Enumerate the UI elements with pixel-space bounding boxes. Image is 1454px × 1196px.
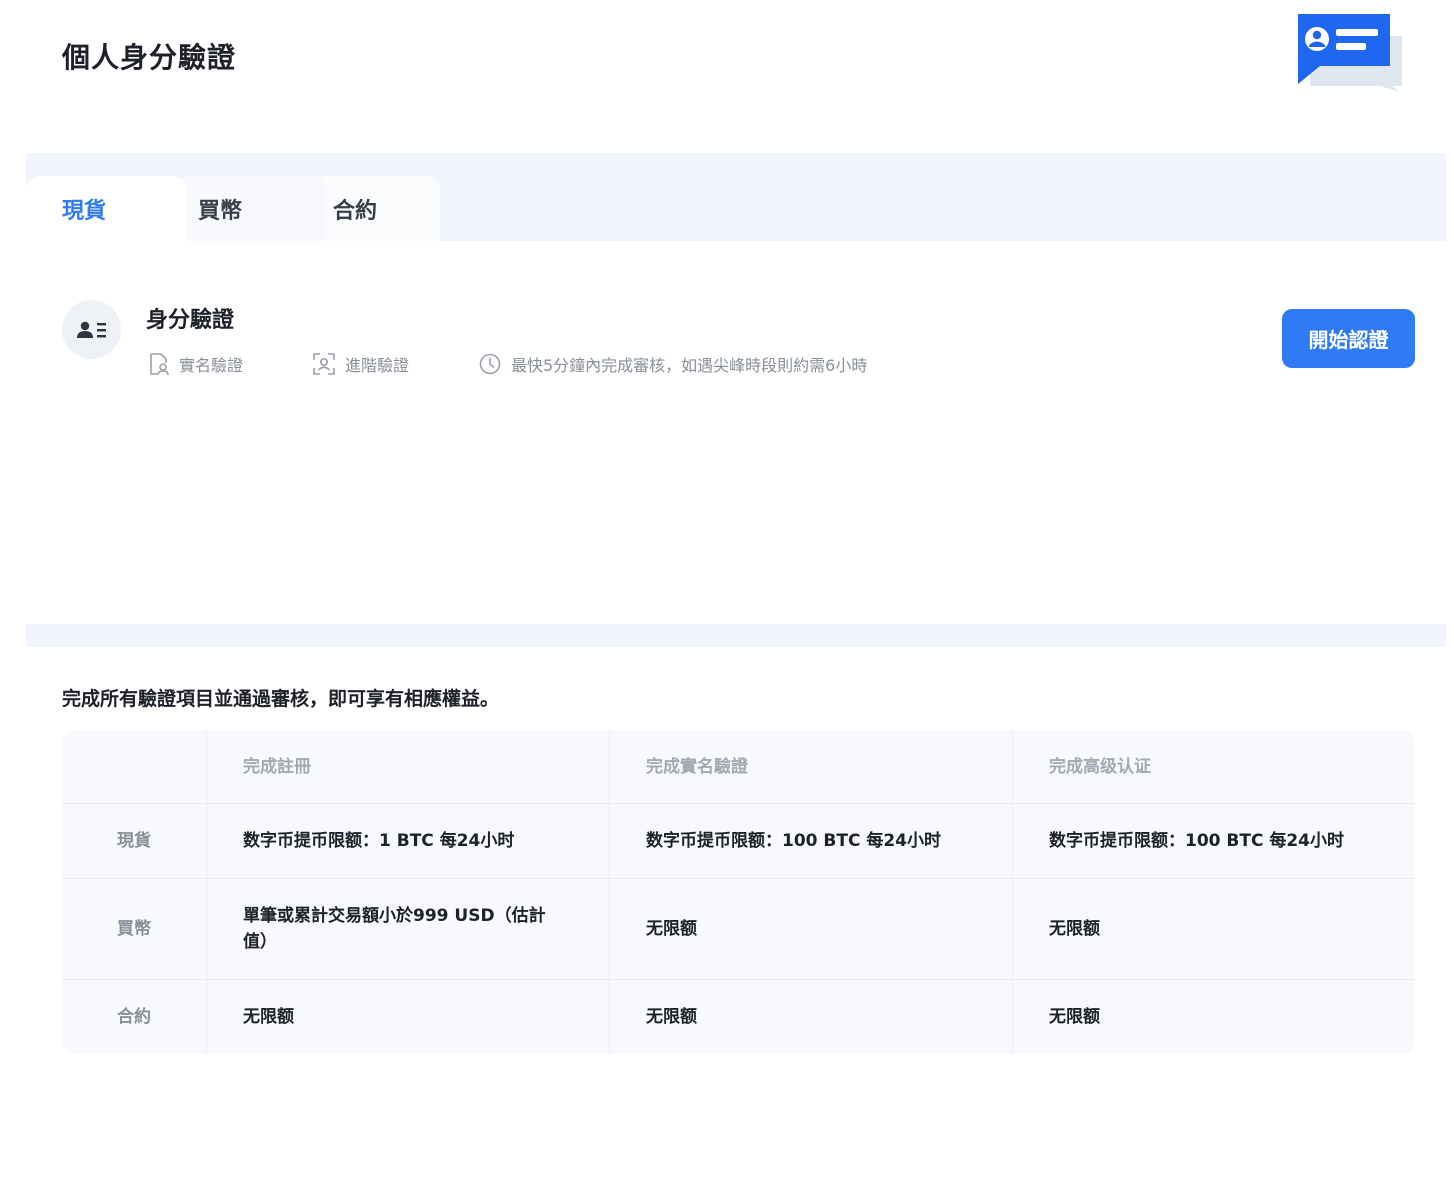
table-cell: 数字币提币限额：100 BTC 每24小时 — [610, 804, 1013, 878]
benefits-table: 完成註冊 完成實名驗證 完成高级认证 現貨 数字币提币限额：1 BTC 每24小… — [62, 730, 1415, 1054]
row-label: 合約 — [62, 980, 207, 1054]
table-cell: 无限额 — [207, 980, 610, 1054]
review-time-note: 最快5分鐘內完成審核，如遇尖峰時段則約需6小時 — [478, 352, 867, 376]
user-list-icon — [62, 300, 121, 359]
table-row: 買幣 單筆或累計交易額小於999 USD（估計值） 无限额 无限额 — [62, 879, 1415, 980]
table-header-cell: 完成高级认证 — [1049, 756, 1151, 777]
table-cell: 数字币提币限额：100 BTC 每24小时 — [1049, 831, 1345, 851]
row-label: 現貨 — [62, 804, 207, 878]
table-cell: 数字币提币限额：1 BTC 每24小时 — [207, 804, 610, 878]
requirement-advanced: 進階驗證 — [312, 352, 478, 376]
tabs: 現貨 買幣 合約 — [26, 176, 440, 241]
table-header-cell: 完成實名驗證 — [610, 730, 1013, 803]
page-title: 個人身分驗證 — [62, 41, 237, 74]
tab-buy-crypto[interactable]: 買幣 — [166, 176, 326, 241]
requirement-real-name: 實名驗證 — [146, 352, 312, 376]
table-row: 合約 无限额 无限额 无限额 — [62, 980, 1415, 1054]
table-header-cell: 完成註冊 — [207, 730, 610, 803]
table-header-row: 完成註冊 完成實名驗證 完成高级认证 — [62, 730, 1415, 804]
row-label: 買幣 — [62, 879, 207, 979]
tab-spot[interactable]: 現貨 — [26, 176, 186, 241]
benefits-caption: 完成所有驗證項目並通過審核，即可享有相應權益。 — [62, 688, 500, 710]
id-card-icon — [150, 353, 169, 376]
clock-icon — [479, 353, 501, 375]
review-time-label: 最快5分鐘內完成審核，如遇尖峰時段則約需6小時 — [511, 356, 868, 375]
table-header-cell — [62, 730, 207, 803]
section-divider — [26, 624, 1446, 647]
requirement-real-name-label: 實名驗證 — [179, 356, 244, 375]
start-verification-button[interactable]: 開始認證 — [1282, 309, 1415, 368]
table-cell: 无限额 — [1049, 1007, 1100, 1027]
verification-title: 身分驗證 — [146, 308, 235, 333]
requirement-advanced-label: 進階驗證 — [345, 356, 410, 375]
id-chat-illustration-icon — [1298, 14, 1402, 92]
table-cell: 无限额 — [1049, 919, 1100, 939]
table-row: 現貨 数字币提币限额：1 BTC 每24小时 数字币提币限额：100 BTC 每… — [62, 804, 1415, 879]
verification-requirements: 實名驗證 進階驗證 最快5分鐘內完成審核，如遇尖峰時段則約需6小時 — [146, 352, 867, 376]
table-cell: 單筆或累計交易額小於999 USD（估計值） — [207, 879, 610, 979]
table-cell: 无限额 — [610, 980, 1013, 1054]
table-cell: 无限额 — [610, 879, 1013, 979]
face-scan-icon — [313, 353, 335, 375]
